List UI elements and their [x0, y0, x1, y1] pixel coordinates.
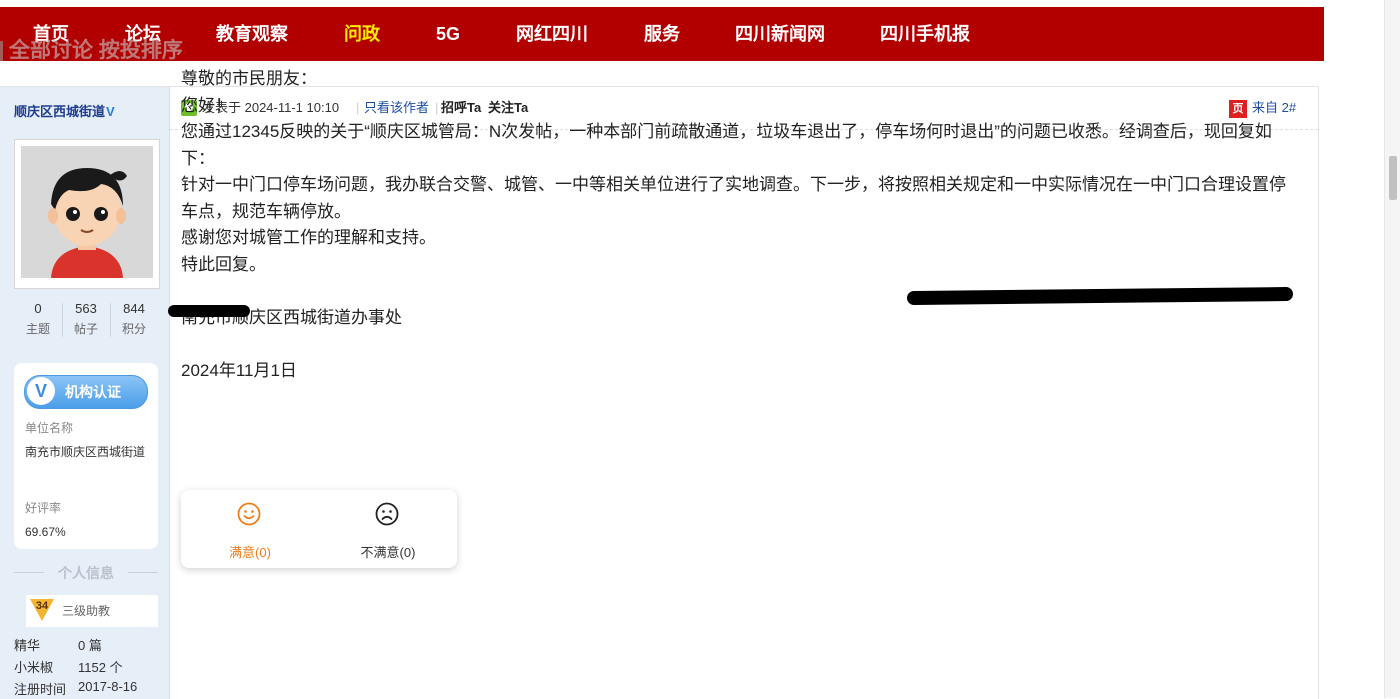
- smile-icon: [237, 502, 261, 526]
- avatar[interactable]: [21, 146, 153, 278]
- stat-posts[interactable]: 563 帖子: [62, 301, 110, 337]
- certification-card: V 机构认证 单位名称 南充市顺庆区西城街道 好评率 69.67%: [14, 363, 158, 549]
- author-stats: 0 主题 563 帖子 844 积分: [14, 301, 158, 341]
- cert-v-icon: V: [27, 377, 55, 405]
- body-line: 2024年11月1日: [181, 360, 297, 380]
- nav-item-mobile-paper[interactable]: 四川手机报: [880, 7, 970, 61]
- body-line: 感谢您对城管工作的理解和支持。: [181, 228, 436, 247]
- author-sidebar: 顺庆区西城街道V 0 主题 563 帖子 844 积分 V 机构认证 单位名称 …: [0, 87, 170, 699]
- post-content: 尊敬的市民朋友： 您好！ 您通过12345反映的关于“顺庆区城管局：N次发帖，一…: [181, 66, 1301, 384]
- personal-info-header: 个人信息: [14, 563, 158, 583]
- body-line: [181, 331, 1301, 358]
- satisfied-button[interactable]: 满意(0): [181, 490, 319, 568]
- level-title: 三级助教: [62, 604, 111, 618]
- nav-item-education[interactable]: 教育观察: [216, 7, 288, 61]
- unsatisfied-button[interactable]: 不满意(0): [319, 490, 457, 568]
- stat-topics[interactable]: 0 主题: [14, 301, 62, 337]
- body-line: 特此回复。: [181, 254, 266, 274]
- info-row-essence: 精华 0 篇: [14, 638, 102, 653]
- info-row-peppers: 小米椒 1152 个: [14, 660, 123, 675]
- rating-value: 69.67%: [25, 525, 66, 539]
- body-line: 南充市顺庆区西城街道办事处: [181, 307, 402, 327]
- rating-label: 好评率: [25, 501, 62, 515]
- avatar-frame: [14, 139, 160, 289]
- unit-label: 单位名称: [25, 421, 74, 435]
- ghost-page-title: 全部讨论 按投排序: [0, 38, 183, 64]
- nav-item-news-site[interactable]: 四川新闻网: [735, 7, 825, 61]
- user-level[interactable]: 34 三级助教: [26, 595, 158, 627]
- nav-item-5g[interactable]: 5G: [436, 7, 460, 61]
- author-name[interactable]: 顺庆区西城街道V: [14, 101, 115, 120]
- nav-item-wenzheng[interactable]: 问政: [344, 7, 380, 61]
- vote-panel: 满意(0) 不满意(0): [181, 490, 457, 568]
- level-badge-icon: 34: [30, 599, 54, 621]
- page-scrollbar[interactable]: [1384, 0, 1400, 698]
- frown-icon: [375, 502, 399, 526]
- nav-item-service[interactable]: 服务: [644, 7, 680, 61]
- info-row-register-date: 注册时间 2017-8-16: [14, 679, 138, 697]
- scrollbar-thumb[interactable]: [1389, 156, 1397, 200]
- nav-item-wanghong[interactable]: 网红四川: [516, 7, 588, 61]
- unit-value: 南充市顺庆区西城街道: [25, 445, 146, 459]
- body-line: 您好！: [181, 95, 232, 115]
- underline-mark: [168, 305, 250, 317]
- verified-icon: V: [106, 104, 115, 119]
- stat-points[interactable]: 844 积分: [110, 301, 158, 337]
- body-line: 您通过12345反映的关于“顺庆区城管局：N次发帖，一种本部门前疏散通道，垃圾车…: [181, 122, 1272, 168]
- top-nav-bar: 首页 论坛 教育观察 问政 5G 网红四川 服务 四川新闻网 四川手机报: [0, 7, 1324, 61]
- body-line: 尊敬的市民朋友：: [181, 69, 317, 88]
- body-line: 针对一中门口停车场问题，我办联合交警、城管、一中等相关单位进行了实地调查。下一步…: [181, 175, 1286, 221]
- institution-cert-badge: V 机构认证: [24, 375, 148, 409]
